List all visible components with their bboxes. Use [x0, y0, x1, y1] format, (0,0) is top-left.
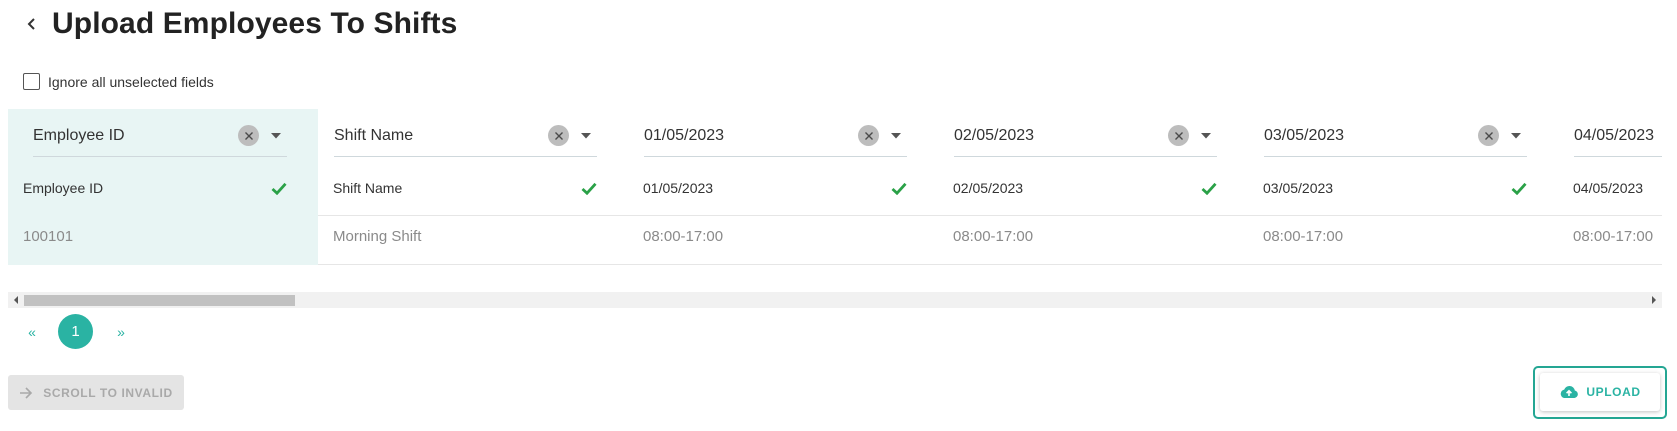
column: 04/05/2023 04/05/2023 08:00-17:00 — [1558, 109, 1662, 265]
row-divider — [1558, 264, 1662, 265]
check-icon — [581, 182, 597, 195]
clear-icon[interactable] — [548, 125, 569, 146]
row-divider — [318, 264, 628, 265]
column-mapping-value: 03/05/2023 — [1264, 126, 1345, 144]
column-header: Shift Name — [333, 177, 597, 199]
clear-icon[interactable] — [858, 125, 879, 146]
column-header-label: 01/05/2023 — [643, 180, 714, 196]
column-header: Employee ID — [23, 177, 287, 199]
row-divider — [1248, 215, 1558, 216]
column-mapping-value: Shift Name — [334, 126, 414, 144]
check-icon — [271, 182, 287, 195]
dropdown-caret-icon[interactable] — [885, 126, 907, 146]
column: Employee ID Employee ID 100101 — [8, 109, 318, 265]
column-mapping-select[interactable]: 04/05/2023 — [1574, 115, 1662, 157]
row-divider — [628, 215, 938, 216]
column: 02/05/2023 02/05/2023 08:00-17:00 — [938, 109, 1248, 265]
table-cell: 08:00-17:00 — [1263, 228, 1344, 245]
pagination-prev[interactable]: « — [20, 324, 44, 340]
column-mapping-value: 04/05/2023 — [1574, 126, 1655, 144]
row-divider — [8, 264, 318, 265]
table-cell: 08:00-17:00 — [953, 228, 1034, 245]
row-divider — [938, 215, 1248, 216]
column: 01/05/2023 01/05/2023 08:00-17:00 — [628, 109, 938, 265]
dropdown-caret-icon[interactable] — [265, 126, 287, 146]
row-divider — [1558, 215, 1662, 216]
row-divider — [1248, 264, 1558, 265]
column-header: 04/05/2023 — [1573, 177, 1662, 199]
column-header: 03/05/2023 — [1263, 177, 1527, 199]
horizontal-scrollbar[interactable] — [8, 292, 1662, 308]
column-header-label: Shift Name — [333, 180, 403, 196]
check-icon — [891, 182, 907, 195]
column-mapping-select[interactable]: Employee ID — [33, 115, 287, 157]
scroll-right-arrow-icon[interactable] — [1646, 292, 1662, 308]
upload-label: UPLOAD — [1586, 385, 1641, 399]
dropdown-caret-icon[interactable] — [575, 126, 597, 146]
ignore-unselected-label: Ignore all unselected fields — [48, 73, 214, 90]
chevron-left-icon — [27, 18, 35, 30]
scrollbar-thumb[interactable] — [24, 295, 295, 306]
column: 03/05/2023 03/05/2023 08:00-17:00 — [1248, 109, 1558, 265]
column-header-label: 03/05/2023 — [1263, 180, 1334, 196]
column-header-label: 04/05/2023 — [1573, 180, 1644, 196]
column-mapping-select[interactable]: 03/05/2023 — [1264, 115, 1527, 157]
clear-icon[interactable] — [1478, 125, 1499, 146]
clear-icon[interactable] — [1168, 125, 1189, 146]
check-icon — [1511, 182, 1527, 195]
column-header-label: Employee ID — [23, 180, 104, 196]
mapping-grid: Employee ID Employee ID 100101 Shift Name Sh… — [8, 109, 1662, 265]
table-cell: 08:00-17:00 — [1573, 228, 1654, 245]
column-list: Employee ID Employee ID 100101 Shift Name Sh… — [8, 109, 1662, 265]
arrow-right-icon — [20, 386, 33, 399]
row-divider — [8, 215, 318, 216]
column-header: 01/05/2023 — [643, 177, 907, 199]
checkbox-box[interactable] — [23, 73, 40, 90]
row-divider — [628, 264, 938, 265]
column-mapping-value: 02/05/2023 — [954, 126, 1035, 144]
table-cell: 100101 — [23, 228, 74, 245]
column: Shift Name Shift Name Morning Shift — [318, 109, 628, 265]
scroll-to-invalid-button[interactable]: SCROLL TO INVALID — [8, 375, 184, 410]
pagination-next[interactable]: » — [109, 324, 133, 340]
column-header-label: 02/05/2023 — [953, 180, 1024, 196]
table-cell: Morning Shift — [333, 228, 422, 245]
upload-button[interactable]: UPLOAD — [1540, 373, 1660, 411]
column-mapping-select[interactable]: Shift Name — [334, 115, 597, 157]
table-cell: 08:00-17:00 — [643, 228, 724, 245]
page-title: Upload Employees To Shifts — [52, 7, 458, 40]
pagination-page-current[interactable]: 1 — [58, 314, 93, 349]
dropdown-caret-icon[interactable] — [1505, 126, 1527, 146]
scroll-to-invalid-label: SCROLL TO INVALID — [43, 385, 173, 400]
column-mapping-select[interactable]: 01/05/2023 — [644, 115, 907, 157]
cloud-upload-icon — [1561, 385, 1579, 398]
scroll-left-arrow-icon[interactable] — [8, 292, 24, 308]
column-mapping-value: Employee ID — [33, 126, 125, 144]
back-button[interactable] — [18, 6, 46, 42]
row-divider — [938, 264, 1248, 265]
pagination: « 1 » — [20, 314, 133, 349]
row-divider — [318, 215, 628, 216]
dropdown-caret-icon[interactable] — [1195, 126, 1217, 146]
column-header: 02/05/2023 — [953, 177, 1217, 199]
page-header: Upload Employees To Shifts — [18, 6, 457, 42]
check-icon — [1201, 182, 1217, 195]
clear-icon[interactable] — [238, 125, 259, 146]
column-mapping-value: 01/05/2023 — [644, 126, 725, 144]
column-mapping-select[interactable]: 02/05/2023 — [954, 115, 1217, 157]
ignore-unselected-checkbox[interactable]: Ignore all unselected fields — [23, 73, 214, 90]
